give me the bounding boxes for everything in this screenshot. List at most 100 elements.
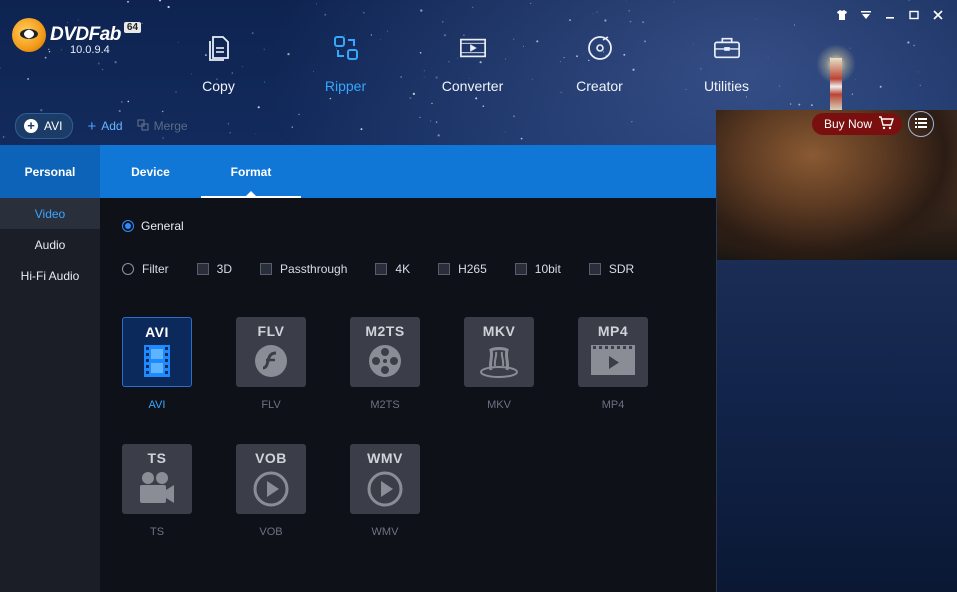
format-label: M2TS	[370, 399, 400, 411]
tab-personal[interactable]: Personal	[0, 145, 100, 198]
camera-icon	[138, 471, 176, 510]
format-tile: WMV	[350, 444, 420, 514]
general-radio[interactable]	[122, 220, 134, 232]
format-tile-title: M2TS	[365, 323, 405, 339]
format-m2ts[interactable]: M2TS M2TS	[350, 317, 420, 411]
format-tile-title: TS	[147, 450, 167, 466]
format-tile: MP4	[578, 317, 648, 387]
tab-device[interactable]: Device	[100, 145, 201, 198]
filter-4k[interactable]: 4K	[375, 262, 410, 276]
format-mkv[interactable]: MKV MKV	[464, 317, 534, 411]
module-label: Creator	[576, 78, 623, 94]
format-label: WMV	[371, 526, 399, 538]
filter-passthrough[interactable]: Passthrough	[260, 262, 347, 276]
general-option[interactable]: General	[122, 219, 184, 233]
module-creator[interactable]: Creator	[536, 34, 663, 100]
sidebar-item-hifi-audio[interactable]: Hi-Fi Audio	[0, 260, 100, 291]
menu-button[interactable]	[908, 111, 934, 137]
format-label: VOB	[259, 526, 283, 538]
ripper-icon	[332, 34, 360, 62]
format-wmv[interactable]: WMV WMV	[350, 444, 420, 538]
brand-name: DVDFab	[50, 24, 121, 45]
merge-icon	[136, 118, 149, 135]
format-label: MKV	[487, 399, 511, 411]
checkbox-passthrough[interactable]	[260, 263, 273, 275]
cart-icon	[878, 115, 895, 133]
toolbar: + AVI + Add Merge	[15, 113, 188, 139]
maximize-icon[interactable]	[905, 6, 923, 24]
plus-icon: +	[87, 117, 97, 135]
checkbox-3d[interactable]	[196, 263, 209, 275]
checkbox-label: Passthrough	[280, 262, 348, 276]
minimize-to-tray-icon[interactable]	[857, 6, 875, 24]
lighthouse-image	[830, 58, 842, 110]
module-copy[interactable]: Copy	[155, 34, 282, 100]
checkbox-label: 3D	[216, 262, 233, 276]
add-button[interactable]: + Add	[87, 118, 122, 135]
format-tile-title: MP4	[597, 323, 629, 339]
play-frame-icon	[590, 344, 636, 381]
checkbox-h265[interactable]	[438, 263, 451, 275]
format-mp4[interactable]: MP4 MP4	[578, 317, 648, 411]
add-label: Add	[101, 119, 123, 133]
converter-icon	[459, 34, 487, 62]
profile-selector[interactable]: + AVI	[15, 113, 74, 139]
profile-tabs: Personal Device Format	[0, 145, 716, 198]
filter-sdr[interactable]: SDR	[588, 262, 635, 276]
module-converter[interactable]: Converter	[409, 34, 536, 100]
water-reflection	[716, 260, 957, 592]
creator-icon	[586, 34, 614, 62]
format-tile: FLV	[236, 317, 306, 387]
filter-10bit[interactable]: 10bit	[514, 262, 561, 276]
format-label: FLV	[261, 399, 281, 411]
add-circle-icon: +	[24, 119, 38, 133]
format-tile-title: AVI	[145, 324, 169, 340]
format-tile: VOB	[236, 444, 306, 514]
profile-label: AVI	[44, 119, 63, 133]
buy-now-button[interactable]: Buy Now	[812, 113, 903, 135]
module-utilities[interactable]: Utilities	[663, 34, 790, 100]
module-label: Copy	[202, 78, 235, 94]
profile-panel: Personal Device Format Video Audio Hi-Fi…	[0, 145, 717, 592]
format-category-sidebar: Video Audio Hi-Fi Audio	[0, 198, 100, 592]
merge-button[interactable]: Merge	[136, 118, 188, 135]
copy-icon	[205, 34, 233, 62]
version-label: 10.0.9.4	[70, 44, 110, 56]
tab-format[interactable]: Format	[201, 145, 301, 198]
minimize-icon[interactable]	[881, 6, 899, 24]
checkbox-4k[interactable]	[375, 263, 388, 275]
filter-h265[interactable]: H265	[438, 262, 487, 276]
filter-option[interactable]: Filter	[122, 262, 169, 276]
format-tile-title: VOB	[255, 450, 287, 466]
module-ripper[interactable]: Ripper	[282, 34, 409, 100]
filter-radio[interactable]	[122, 263, 134, 275]
format-avi[interactable]: AVI AVI	[122, 317, 192, 411]
format-label: TS	[149, 526, 165, 538]
checkbox-sdr[interactable]	[588, 263, 601, 275]
checkbox-label: H265	[458, 262, 487, 276]
close-icon[interactable]	[929, 6, 947, 24]
mkv-logo-icon	[479, 344, 519, 383]
filter-row: Filter 3D Passthrough 4K H265 10bit SDR	[122, 262, 662, 276]
format-vob[interactable]: VOB VOB	[236, 444, 306, 538]
format-label: MP4	[601, 399, 625, 411]
play-circle-icon	[367, 471, 403, 512]
list-menu-icon	[915, 115, 927, 133]
format-flv[interactable]: FLV FLV	[236, 317, 306, 411]
sidebar-item-video[interactable]: Video	[0, 198, 100, 229]
format-tile: AVI	[122, 317, 192, 387]
format-tile: MKV	[464, 317, 534, 387]
format-tile-title: WMV	[367, 450, 403, 466]
checkbox-10bit[interactable]	[514, 263, 527, 275]
filter-label: Filter	[142, 262, 169, 276]
sidebar-item-audio[interactable]: Audio	[0, 229, 100, 260]
module-label: Utilities	[703, 78, 750, 94]
buy-now-label: Buy Now	[824, 117, 873, 131]
mascot-icon	[12, 18, 46, 52]
checkbox-label: SDR	[608, 262, 635, 276]
format-ts[interactable]: TS TS	[122, 444, 192, 538]
format-tile-title: MKV	[482, 323, 516, 339]
filter-3d[interactable]: 3D	[196, 262, 233, 276]
shirt-icon[interactable]	[833, 6, 851, 24]
module-label: Converter	[441, 78, 504, 94]
